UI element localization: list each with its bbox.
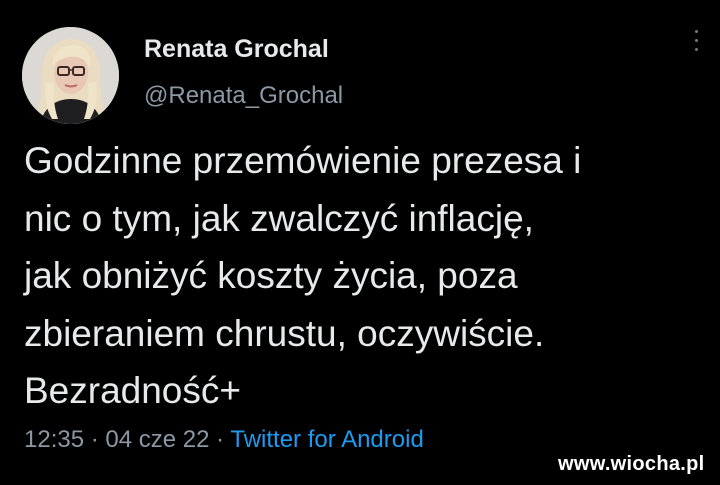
tweet-text: Godzinne przemówienie prezesa i nic o ty… xyxy=(24,140,582,411)
more-dot xyxy=(694,30,698,33)
avatar[interactable] xyxy=(22,27,119,124)
author-display-name[interactable]: Renata Grochal xyxy=(144,35,329,64)
tweet-metadata: 12:35 · 04 cze 22 · Twitter for Android xyxy=(24,426,424,454)
profile-photo-icon xyxy=(22,27,119,124)
previous-tweet-cutoff xyxy=(160,0,330,4)
tweet-date[interactable]: 04 cze 22 xyxy=(105,426,209,453)
more-vertical-icon[interactable] xyxy=(690,30,702,70)
watermark: www.wiocha.pl xyxy=(558,453,705,475)
more-dot xyxy=(694,39,698,42)
more-dot xyxy=(694,48,698,51)
meta-separator: · xyxy=(209,426,231,453)
author-handle[interactable]: @Renata_Grochal xyxy=(144,82,343,110)
tweet-source[interactable]: Twitter for Android xyxy=(230,426,423,453)
meta-separator: · xyxy=(84,426,106,453)
tweet-time[interactable]: 12:35 xyxy=(24,426,84,453)
